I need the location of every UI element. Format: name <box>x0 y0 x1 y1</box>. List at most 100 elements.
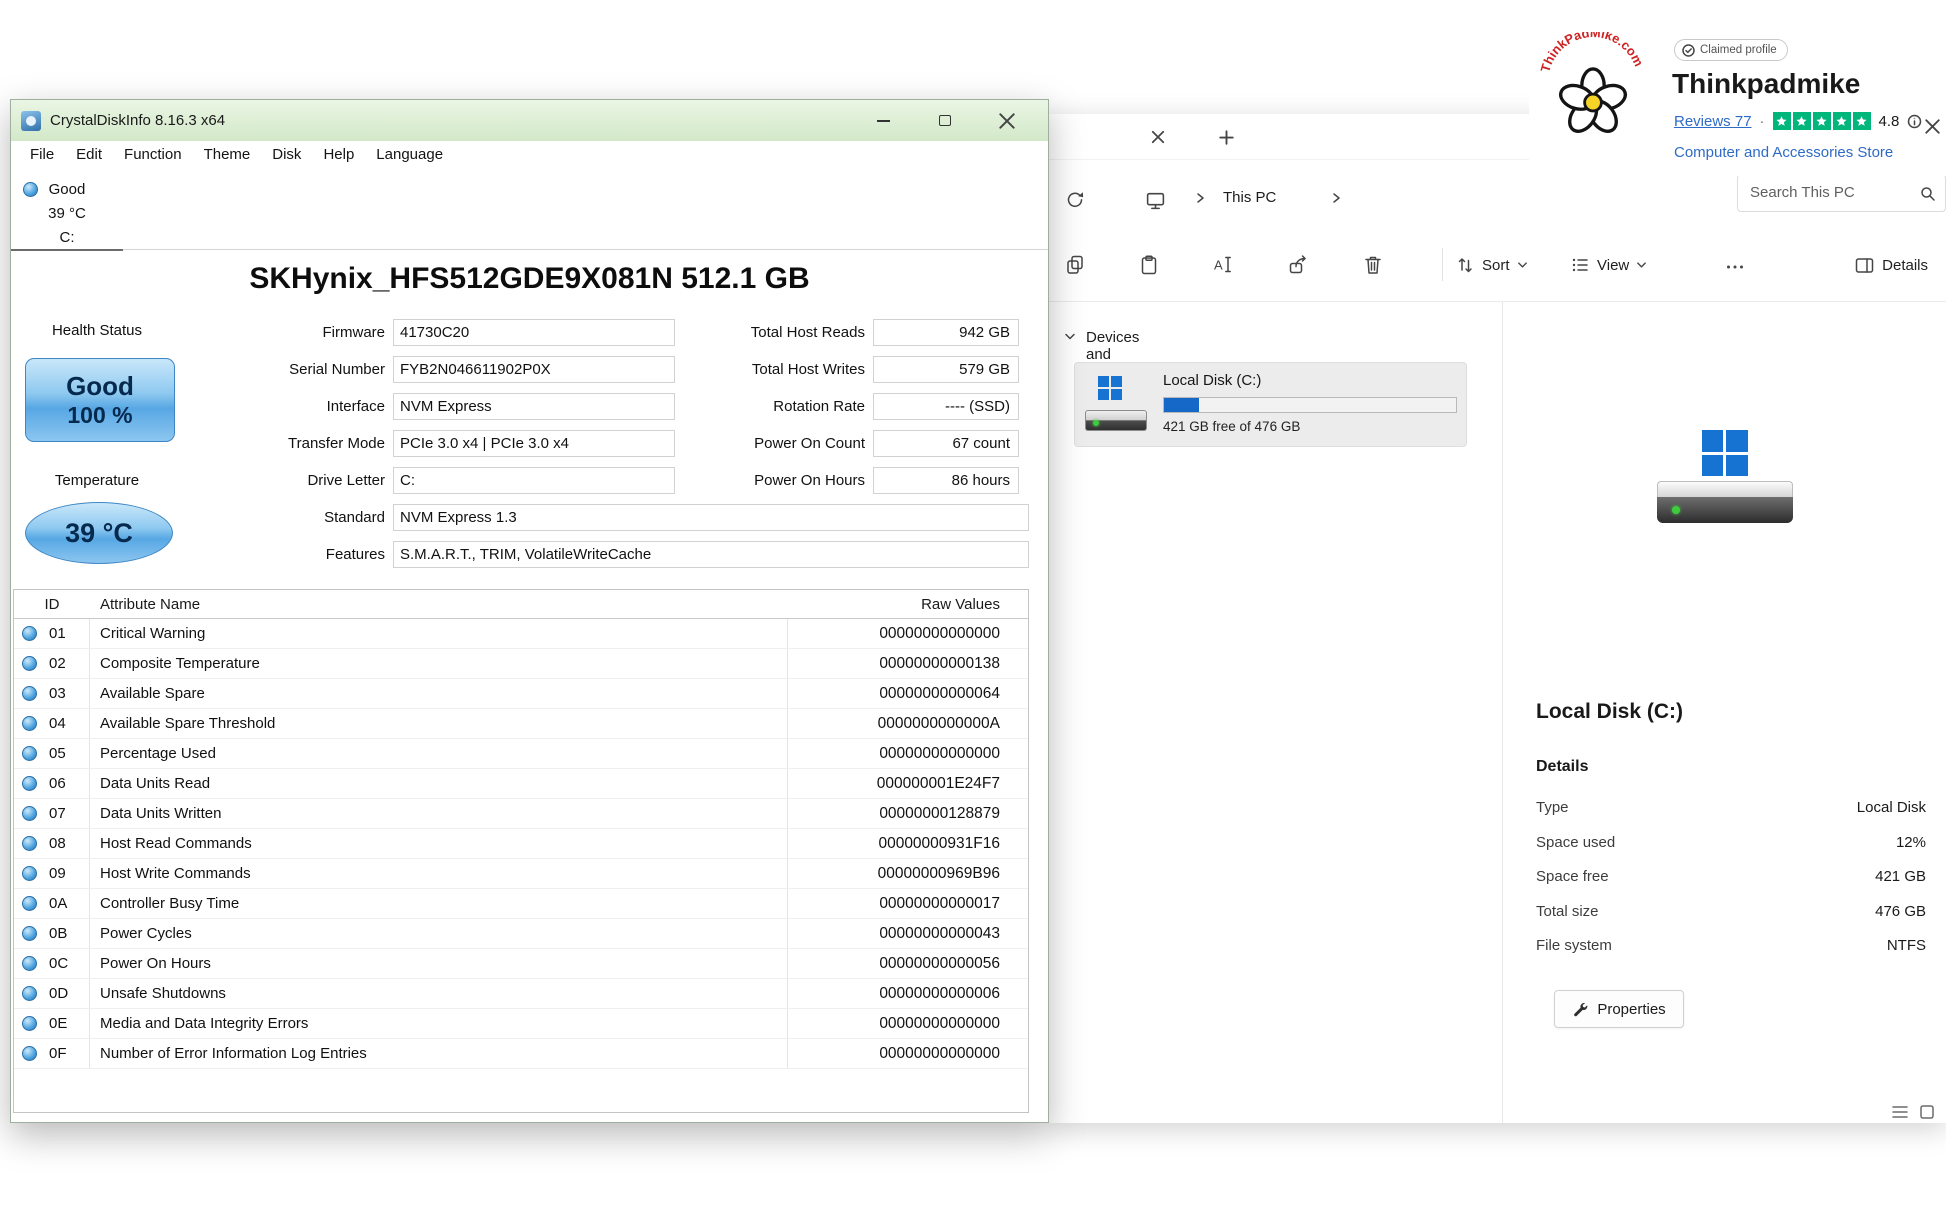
info-field-label: Standard <box>324 509 385 526</box>
smart-row[interactable]: 05 Percentage Used 00000000000000 <box>14 739 1028 769</box>
menu-item[interactable]: Theme <box>193 146 262 163</box>
details-row-value: Local Disk <box>1856 799 1926 816</box>
attribute-name: Composite Temperature <box>90 649 788 678</box>
attribute-status-icon <box>22 716 37 731</box>
refresh-icon[interactable] <box>1061 186 1089 214</box>
smart-row[interactable]: 01 Critical Warning 00000000000000 <box>14 619 1028 649</box>
attribute-name: Available Spare <box>90 679 788 708</box>
menu-item[interactable]: File <box>19 146 65 163</box>
attribute-status-icon <box>22 686 37 701</box>
smart-row[interactable]: 07 Data Units Written 00000000128879 <box>14 799 1028 829</box>
attribute-name: Power Cycles <box>90 919 788 948</box>
drive-item-local-disk-c[interactable]: Local Disk (C:) 421 GB free of 476 GB <box>1074 362 1467 447</box>
details-row-value: NTFS <box>1886 937 1926 954</box>
separator-dot: · <box>1759 112 1765 130</box>
sort-button[interactable]: Sort <box>1455 251 1528 279</box>
attribute-name: Host Write Commands <box>90 859 788 888</box>
attribute-raw-value: 00000000969B96 <box>877 865 1000 882</box>
attribute-name: Data Units Written <box>90 799 788 828</box>
drive-free-space: 421 GB free of 476 GB <box>1163 419 1301 434</box>
info-field: Interface NVM Express <box>181 393 675 420</box>
paste-icon[interactable] <box>1135 251 1163 279</box>
smart-row[interactable]: 08 Host Read Commands 00000000931F16 <box>14 829 1028 859</box>
attribute-raw-value: 00000000000000 <box>879 745 1000 762</box>
attribute-status-icon <box>22 626 37 641</box>
minimize-button[interactable] <box>852 104 914 138</box>
attribute-raw-value: 00000000000043 <box>879 925 1000 942</box>
attribute-status-icon <box>22 896 37 911</box>
claimed-profile-badge: Claimed profile <box>1674 39 1788 61</box>
smart-row[interactable]: 0E Media and Data Integrity Errors 00000… <box>14 1009 1028 1039</box>
breadcrumb-this-pc[interactable]: This PC <box>1223 189 1276 206</box>
attribute-raw-value: 00000000000017 <box>879 895 1000 912</box>
maximize-button[interactable] <box>914 104 976 138</box>
star-icon <box>1832 112 1851 130</box>
delete-icon[interactable] <box>1359 251 1387 279</box>
view-button[interactable]: View <box>1570 251 1647 279</box>
large-icons-view-icon[interactable] <box>1920 1105 1934 1119</box>
desktop: This PC Search This PC A Sort View Detai… <box>0 0 1946 1223</box>
attribute-name: Media and Data Integrity Errors <box>90 1009 788 1038</box>
info-field-label: Rotation Rate <box>773 398 865 415</box>
smart-row[interactable]: 0B Power Cycles 00000000000043 <box>14 919 1028 949</box>
details-row: Space free 421 GB <box>1536 868 1926 888</box>
rename-icon[interactable]: A <box>1209 251 1237 279</box>
drive-large-icon <box>1503 430 1946 523</box>
category-link[interactable]: Computer and Accessories Store <box>1674 144 1893 161</box>
attribute-id: 07 <box>49 805 66 822</box>
menu-item[interactable]: Disk <box>261 146 312 163</box>
menu-item[interactable]: Edit <box>65 146 113 163</box>
info-field-label: Total Host Reads <box>750 324 865 341</box>
chevron-right-icon[interactable] <box>1193 191 1207 205</box>
attribute-name: Data Units Read <box>90 769 788 798</box>
info-field-value: NVM Express 1.3 <box>393 504 1029 531</box>
details-row: Type Local Disk <box>1536 799 1926 819</box>
smart-row[interactable]: 03 Available Spare 00000000000064 <box>14 679 1028 709</box>
smart-row[interactable]: 0C Power On Hours 00000000000056 <box>14 949 1028 979</box>
share-icon[interactable] <box>1284 251 1312 279</box>
attribute-status-icon <box>22 806 37 821</box>
list-view-icon[interactable] <box>1892 1105 1908 1119</box>
smart-row[interactable]: 0A Controller Busy Time 00000000000017 <box>14 889 1028 919</box>
more-options-icon[interactable] <box>1721 253 1749 281</box>
close-button[interactable] <box>976 104 1038 138</box>
claimed-profile-label: Claimed profile <box>1700 44 1777 56</box>
attribute-status-icon <box>22 866 37 881</box>
search-input[interactable]: Search This PC <box>1750 184 1910 201</box>
smart-row[interactable]: 02 Composite Temperature 00000000000138 <box>14 649 1028 679</box>
toolbar-divider <box>1442 248 1443 281</box>
smart-row[interactable]: 0F Number of Error Information Log Entri… <box>14 1039 1028 1069</box>
smart-row[interactable]: 0D Unsafe Shutdowns 00000000000006 <box>14 979 1028 1009</box>
properties-button[interactable]: Properties <box>1554 990 1684 1028</box>
attribute-status-icon <box>22 1016 37 1031</box>
card-close-icon[interactable] <box>1920 114 1944 138</box>
attribute-id: 05 <box>49 745 66 762</box>
smart-attribute-table: ID Attribute Name Raw Values 01 Critical… <box>13 589 1029 1113</box>
tab-close-icon[interactable] <box>1144 123 1172 151</box>
info-field-label: Power On Hours <box>754 472 865 489</box>
details-toggle-button[interactable]: Details <box>1854 251 1928 279</box>
attribute-id: 08 <box>49 835 66 852</box>
attribute-name: Critical Warning <box>90 619 788 648</box>
view-toggle-icons[interactable] <box>1892 1105 1934 1119</box>
menu-item[interactable]: Help <box>312 146 365 163</box>
info-field: Serial Number FYB2N046611902P0X <box>181 356 675 383</box>
menu-item[interactable]: Language <box>365 146 454 163</box>
chevron-right-icon[interactable] <box>1329 191 1343 205</box>
reviews-link[interactable]: Reviews 77 <box>1674 113 1752 130</box>
smart-row[interactable]: 04 Available Spare Threshold 00000000000… <box>14 709 1028 739</box>
search-box[interactable]: Search This PC <box>1737 174 1946 212</box>
info-field: Rotation Rate ---- (SSD) <box>703 393 1019 420</box>
details-row-value: 12% <box>1895 833 1926 851</box>
new-tab-button[interactable] <box>1212 123 1240 151</box>
smart-row[interactable]: 06 Data Units Read 000000001E24F7 <box>14 769 1028 799</box>
info-field: Features S.M.A.R.T., TRIM, VolatileWrite… <box>181 541 1029 568</box>
seller-name: Thinkpadmike <box>1672 68 1861 99</box>
chevron-down-icon[interactable] <box>1062 328 1078 344</box>
copy-icon[interactable] <box>1061 251 1089 279</box>
details-row-value: 476 GB <box>1875 902 1926 920</box>
seller-profile-card: ThinkPadMike.com Claimed profile Thinkpa… <box>1529 28 1946 176</box>
disk-tab-c[interactable]: Good 39 °C C: <box>11 168 123 251</box>
smart-row[interactable]: 09 Host Write Commands 00000000969B96 <box>14 859 1028 889</box>
menu-item[interactable]: Function <box>113 146 193 163</box>
